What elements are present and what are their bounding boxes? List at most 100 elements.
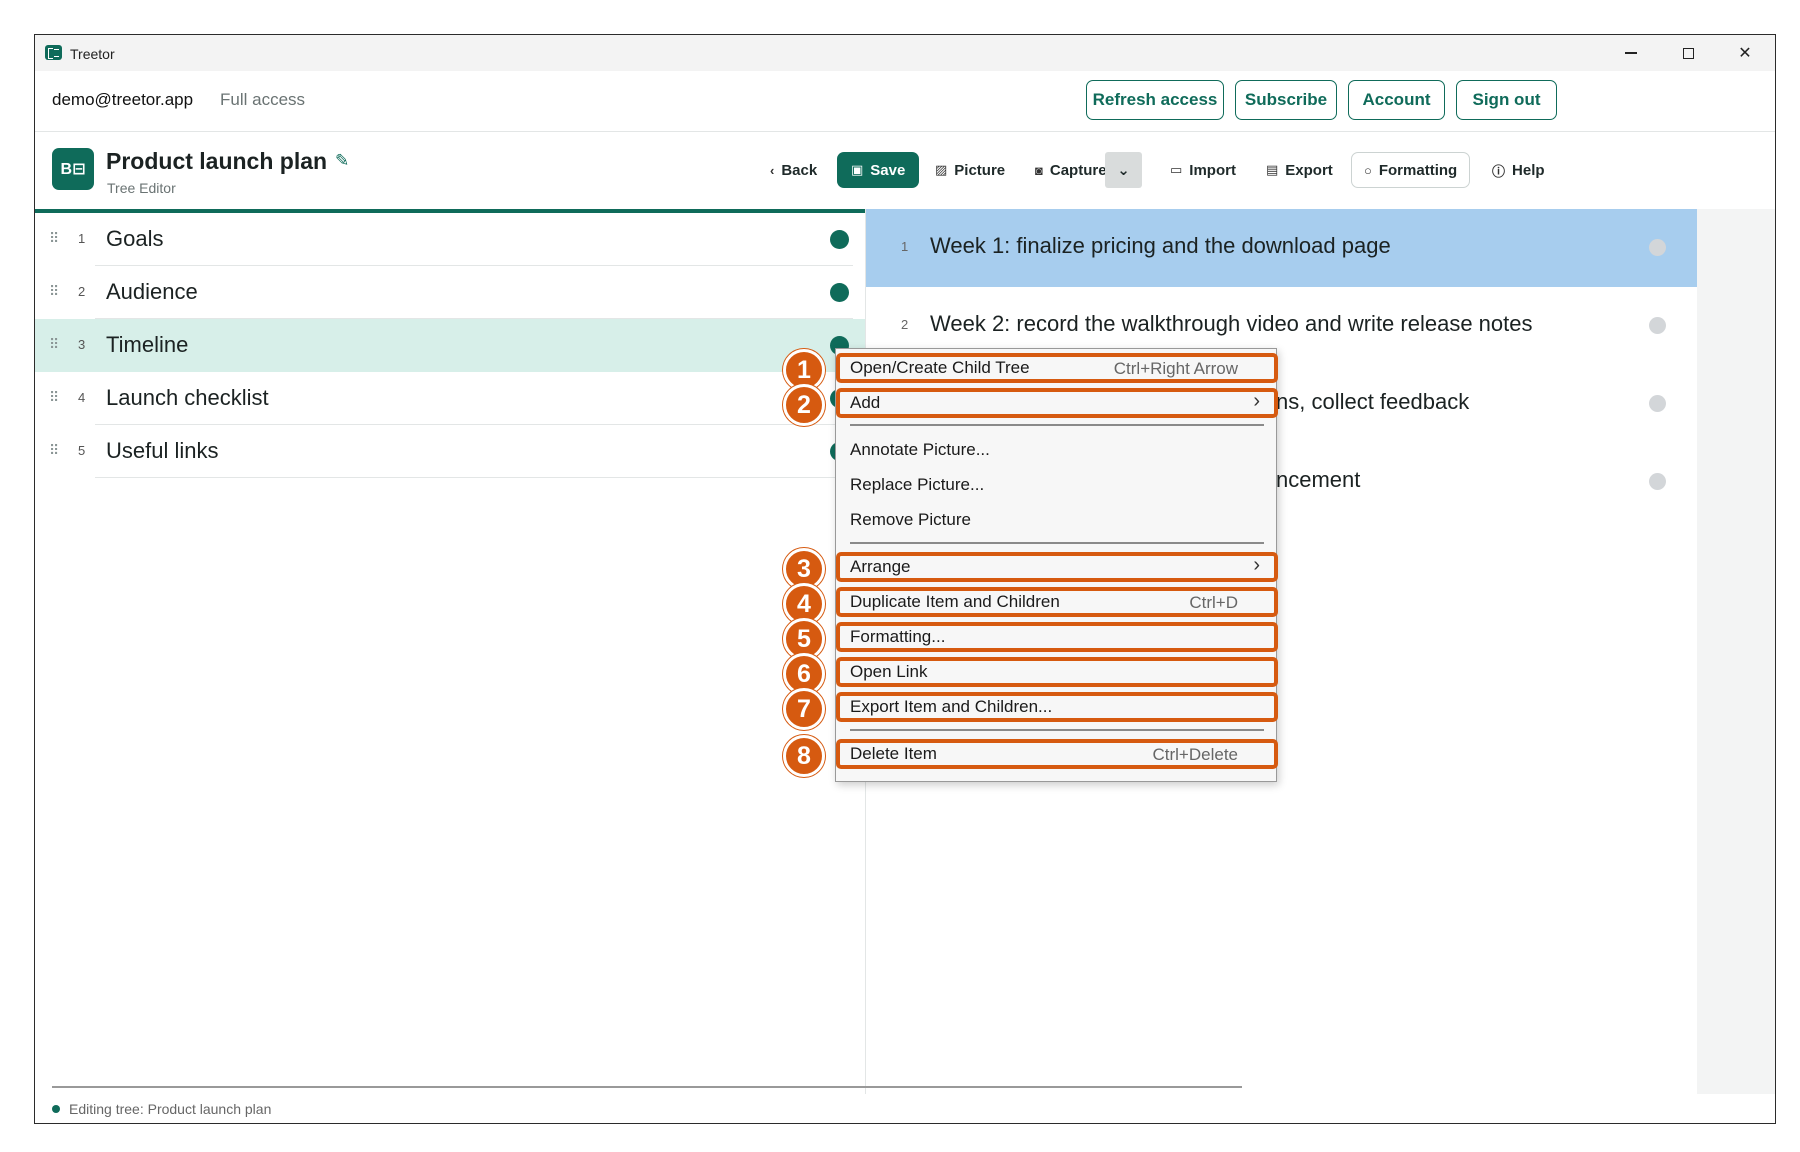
app-window: Treetor ✕ demo@treetor.app Full access R… bbox=[34, 34, 1776, 1124]
app-title: Treetor bbox=[70, 46, 115, 62]
tree-row[interactable]: ⠿ 2 Audience bbox=[35, 266, 865, 319]
menu-separator bbox=[850, 424, 1264, 426]
account-button[interactable]: Account bbox=[1348, 80, 1445, 120]
menu-item-label: Open/Create Child Tree bbox=[850, 358, 1030, 377]
menu-item-open-link[interactable]: Open Link bbox=[836, 657, 1278, 687]
status-indicator bbox=[52, 1105, 60, 1113]
status-dot[interactable] bbox=[1649, 317, 1666, 334]
capture-label: Capture bbox=[1049, 161, 1107, 179]
status-dot[interactable] bbox=[1649, 473, 1666, 490]
menu-item-label: Add bbox=[850, 393, 881, 412]
menu-item-export[interactable]: Export Item and Children... bbox=[836, 692, 1278, 722]
menu-item-label: Remove Picture bbox=[850, 510, 971, 529]
chevron-right-icon: › bbox=[1253, 554, 1260, 576]
tree-row[interactable]: ⠿ 4 Launch checklist bbox=[35, 372, 865, 425]
status-dot[interactable] bbox=[1649, 395, 1666, 412]
save-label: Save bbox=[870, 161, 906, 179]
formatting-button[interactable]: ○ Formatting bbox=[1351, 152, 1471, 188]
export-button[interactable]: ▤ Export bbox=[1266, 152, 1333, 188]
help-icon: ⓘ bbox=[1492, 163, 1506, 179]
minimize-button[interactable] bbox=[1603, 35, 1659, 71]
status-dot[interactable] bbox=[1649, 239, 1666, 256]
edit-title-pencil-icon[interactable]: ✎ bbox=[335, 151, 349, 171]
back-button[interactable]: ‹ Back bbox=[770, 152, 817, 188]
tree-row[interactable]: ⠿ 5 Useful links bbox=[35, 425, 865, 478]
callout-2: 2 bbox=[783, 384, 825, 426]
row-number: 4 bbox=[78, 390, 86, 405]
import-button[interactable]: ▭ Import bbox=[1170, 152, 1236, 188]
export-label: Export bbox=[1285, 161, 1333, 179]
save-button[interactable]: ▣ Save bbox=[837, 152, 920, 188]
menu-item-shortcut: Ctrl+D bbox=[1189, 593, 1238, 612]
save-icon: ▣ bbox=[851, 162, 864, 177]
menu-separator bbox=[850, 729, 1264, 731]
child-row-selected[interactable]: 1 Week 1: finalize pricing and the downl… bbox=[866, 209, 1698, 287]
menu-item-shortcut: Ctrl+Right Arrow bbox=[1113, 359, 1238, 378]
tree-row-selected[interactable]: ⠿ 3 Timeline bbox=[35, 319, 865, 372]
row-label: Useful links bbox=[106, 438, 219, 463]
menu-item-open-child-tree[interactable]: Open/Create Child Tree Ctrl+Right Arrow bbox=[836, 353, 1278, 383]
menu-item-formatting[interactable]: Formatting... bbox=[836, 622, 1278, 652]
row-label: Timeline bbox=[106, 332, 189, 357]
callout-7: 7 bbox=[783, 688, 825, 730]
minimize-icon bbox=[1625, 52, 1637, 54]
child-label: ncement bbox=[1276, 467, 1361, 492]
child-number: 2 bbox=[901, 317, 909, 332]
folder-icon: ▭ bbox=[1170, 162, 1183, 177]
maximize-icon bbox=[1682, 47, 1694, 59]
tree-row[interactable]: ⠿ 1 Goals bbox=[35, 213, 865, 266]
formatting-icon: ○ bbox=[1364, 162, 1372, 178]
picture-icon: ▨ bbox=[935, 162, 948, 177]
menu-item-delete[interactable]: Delete Item Ctrl+Delete bbox=[836, 739, 1278, 769]
menu-item-remove-picture[interactable]: Remove Picture bbox=[836, 505, 1278, 535]
drag-handle-icon[interactable]: ⠿ bbox=[49, 442, 59, 459]
export-icon: ▤ bbox=[1266, 162, 1279, 177]
menu-item-label: Duplicate Item and Children bbox=[850, 592, 1060, 611]
menu-item-replace-picture[interactable]: Replace Picture... bbox=[836, 470, 1278, 500]
capture-dropdown-button[interactable]: ⌄ bbox=[1105, 152, 1142, 188]
drag-handle-icon[interactable]: ⠿ bbox=[49, 389, 59, 406]
child-label: ns, collect feedback bbox=[1276, 389, 1470, 414]
menu-item-duplicate[interactable]: Duplicate Item and Children Ctrl+D bbox=[836, 587, 1278, 617]
chevron-left-icon: ‹ bbox=[770, 162, 775, 178]
import-label: Import bbox=[1189, 161, 1236, 179]
close-button[interactable]: ✕ bbox=[1717, 35, 1773, 71]
drag-handle-icon[interactable]: ⠿ bbox=[49, 336, 59, 353]
maximize-button[interactable] bbox=[1660, 35, 1716, 71]
menu-item-label: Replace Picture... bbox=[850, 475, 985, 494]
drag-handle-icon[interactable]: ⠿ bbox=[49, 230, 59, 247]
document-subtitle: Tree Editor bbox=[107, 180, 176, 196]
help-button[interactable]: ⓘ Help bbox=[1492, 152, 1545, 188]
menu-item-shortcut: Ctrl+Delete bbox=[1152, 745, 1238, 764]
child-label: Week 1: finalize pricing and the downloa… bbox=[930, 233, 1391, 258]
camera-icon: ◙ bbox=[1035, 162, 1043, 178]
refresh-access-button[interactable]: Refresh access bbox=[1086, 80, 1224, 120]
picture-button[interactable]: ▨ Picture bbox=[935, 152, 1005, 188]
row-number: 5 bbox=[78, 443, 86, 458]
app-logo-icon bbox=[45, 45, 62, 60]
row-label: Launch checklist bbox=[106, 385, 269, 410]
sign-out-button[interactable]: Sign out bbox=[1456, 80, 1557, 120]
document-title: Product launch plan bbox=[106, 148, 328, 174]
status-dot[interactable] bbox=[830, 230, 849, 249]
menu-item-annotate-picture[interactable]: Annotate Picture... bbox=[836, 435, 1278, 465]
subscribe-button[interactable]: Subscribe bbox=[1235, 80, 1337, 120]
row-label: Goals bbox=[106, 226, 164, 251]
menu-item-label: Arrange bbox=[850, 557, 911, 576]
menu-item-label: Export Item and Children... bbox=[850, 697, 1053, 716]
row-number: 2 bbox=[78, 284, 86, 299]
formatting-label: Formatting bbox=[1378, 161, 1458, 179]
menu-item-label: Formatting... bbox=[850, 627, 946, 646]
drag-handle-icon[interactable]: ⠿ bbox=[49, 283, 59, 300]
tree-editor-icon: B⊟ bbox=[52, 148, 94, 190]
row-divider bbox=[95, 477, 853, 478]
row-label: Audience bbox=[106, 279, 198, 304]
status-dot[interactable] bbox=[830, 283, 849, 302]
callout-8: 8 bbox=[783, 735, 825, 777]
status-text: Editing tree: Product launch plan bbox=[69, 1101, 272, 1117]
row-number: 3 bbox=[78, 337, 86, 352]
capture-button[interactable]: ◙ Capture bbox=[1035, 152, 1107, 188]
chevron-right-icon: › bbox=[1253, 390, 1260, 412]
menu-item-arrange[interactable]: Arrange › bbox=[836, 552, 1278, 582]
menu-item-add[interactable]: Add › bbox=[836, 388, 1278, 418]
